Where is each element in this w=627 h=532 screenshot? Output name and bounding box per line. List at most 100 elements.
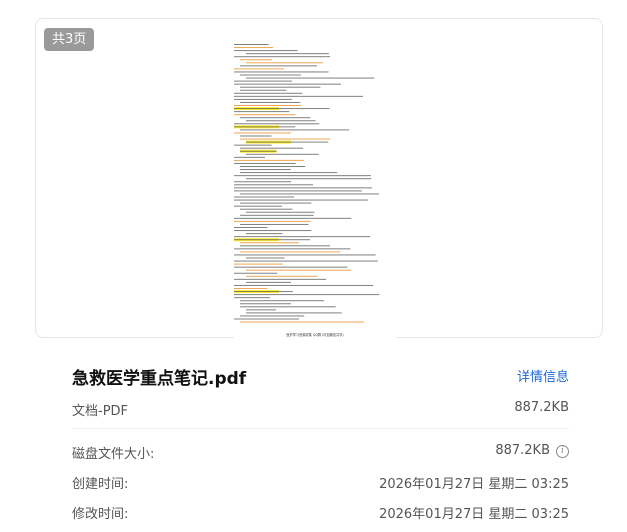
text-line	[234, 227, 268, 228]
text-line	[234, 297, 271, 299]
text-line	[234, 181, 292, 183]
text-line	[240, 251, 341, 253]
text-line	[246, 62, 324, 64]
text-line	[234, 44, 269, 45]
text-line	[234, 318, 299, 320]
text-line	[246, 141, 329, 143]
divider	[72, 428, 569, 429]
text-line	[240, 242, 300, 244]
text-line	[234, 68, 285, 70]
text-line	[234, 196, 295, 198]
text-line	[234, 105, 302, 106]
text-line	[234, 144, 272, 146]
text-line	[246, 53, 329, 55]
text-line	[246, 77, 375, 79]
text-line	[234, 248, 351, 250]
text-line	[246, 309, 277, 311]
text-line	[240, 86, 321, 88]
text-line	[234, 284, 374, 286]
text-line	[234, 187, 372, 189]
text-line	[234, 56, 331, 58]
text-line	[234, 47, 274, 49]
text-line	[240, 166, 306, 167]
text-line	[240, 223, 309, 225]
text-line	[240, 214, 314, 216]
text-line	[234, 114, 296, 116]
modified-value: 2026年01月27日 星期二 03:25	[379, 507, 569, 522]
text-line	[234, 132, 292, 134]
text-line	[240, 150, 277, 152]
text-line	[234, 278, 327, 280]
disk-size-text: 887.2KB	[495, 443, 550, 458]
text-line	[240, 208, 293, 210]
text-line	[240, 129, 350, 131]
text-line	[234, 159, 304, 161]
document-footer: 医护学习资源收集 QQ群 (可加微信共享)	[286, 333, 344, 337]
document-preview[interactable]: 共3页 医护学习资源收集 QQ群 (可加微信共享)	[35, 18, 603, 339]
text-line	[240, 117, 311, 119]
text-line	[234, 254, 376, 256]
text-line	[240, 65, 317, 67]
text-line	[234, 236, 371, 238]
text-line	[234, 199, 369, 201]
text-line	[234, 288, 268, 289]
text-line	[240, 74, 301, 76]
text-line	[240, 202, 312, 204]
text-line	[246, 233, 283, 235]
file-type: 文档-PDF	[72, 404, 129, 419]
text-line	[234, 294, 380, 296]
text-line	[234, 266, 348, 268]
text-line	[234, 205, 283, 207]
text-line	[234, 50, 298, 52]
text-line	[240, 300, 325, 302]
created-label: 创建时间:	[72, 477, 129, 492]
text-line	[234, 239, 311, 241]
text-line	[240, 138, 331, 140]
text-line	[246, 211, 315, 213]
disk-size-value: 887.2KB i	[495, 443, 569, 458]
text-line	[234, 230, 312, 232]
text-line	[234, 162, 296, 164]
text-line	[240, 89, 287, 91]
text-line	[234, 184, 314, 186]
text-line	[234, 272, 278, 274]
text-line	[234, 291, 293, 293]
text-line	[240, 147, 304, 149]
file-size: 887.2KB	[514, 400, 569, 415]
text-line	[234, 98, 292, 100]
text-line	[234, 71, 329, 73]
text-line	[240, 306, 336, 308]
page-count-badge: 共3页	[44, 28, 95, 51]
text-line	[234, 108, 330, 110]
text-line	[240, 245, 331, 247]
text-line	[234, 95, 363, 97]
text-line	[234, 220, 311, 222]
document-text-lines	[234, 44, 380, 323]
text-line	[240, 169, 291, 171]
text-line	[246, 269, 352, 271]
info-circle-icon[interactable]: i	[556, 445, 569, 458]
text-line	[246, 281, 291, 283]
text-line	[246, 312, 342, 314]
text-line	[234, 123, 320, 125]
text-line	[234, 156, 265, 158]
text-line	[240, 172, 338, 174]
text-line	[246, 275, 318, 277]
text-line	[234, 83, 342, 85]
text-line	[234, 260, 378, 262]
details-link[interactable]: 详情信息	[517, 366, 569, 385]
text-line	[246, 257, 285, 259]
text-line	[234, 190, 362, 192]
text-line	[246, 153, 319, 155]
text-line	[240, 315, 305, 317]
modified-label: 修改时间:	[72, 507, 129, 522]
created-value: 2026年01月27日 星期二 03:25	[379, 477, 569, 492]
text-line	[234, 126, 296, 128]
file-name: 急救医学重点笔记.pdf	[72, 369, 247, 389]
text-line	[240, 321, 365, 323]
text-line	[234, 80, 292, 82]
text-line	[234, 92, 303, 94]
text-line	[234, 263, 283, 265]
text-line	[240, 101, 301, 103]
text-line	[240, 303, 291, 305]
